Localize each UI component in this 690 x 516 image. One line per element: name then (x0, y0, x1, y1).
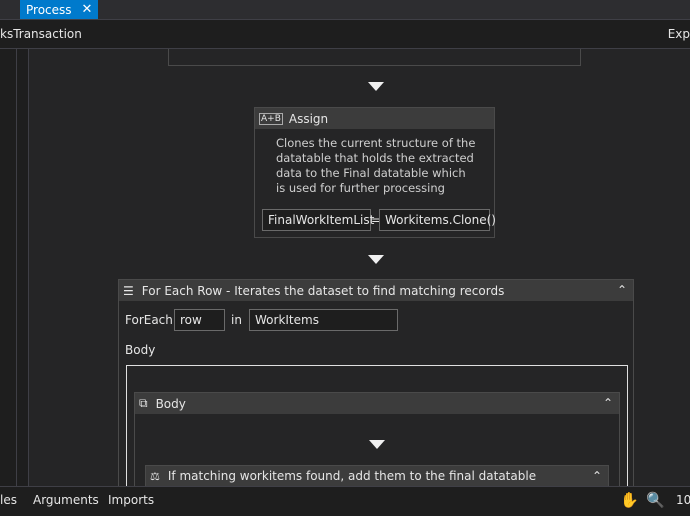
foreach-collection-field[interactable]: WorkItems (249, 309, 398, 331)
breadcrumb-bar: ksTransaction Exp (0, 19, 690, 49)
flow-arrow-icon (368, 82, 384, 91)
assign-description: Clones the current structure of the data… (276, 136, 476, 195)
expand-all-button[interactable]: Exp (668, 27, 690, 41)
assign-value-field[interactable]: Workitems.Clone() (379, 209, 496, 231)
foreach-label: ForEach (125, 313, 173, 327)
zoom-search-icon[interactable]: 🔍 (646, 491, 665, 509)
assign-title: Assign (288, 111, 329, 126)
foreach-item-field[interactable]: row (174, 309, 225, 331)
foreach-row-activity[interactable]: ☰ For Each Row - Iterates the dataset to… (118, 279, 634, 486)
body-sequence-header[interactable]: ⧉ Body ⌃ (135, 393, 619, 414)
left-gutter (0, 49, 29, 486)
flow-arrow-icon (369, 440, 385, 449)
database-icon: ☰ (123, 283, 134, 298)
flow-arrow-icon (368, 255, 384, 264)
assign-to-field[interactable]: FinalWorkItemList (262, 209, 374, 231)
designer-bottom-bar: les Arguments Imports ✋ 🔍 10 (0, 486, 690, 516)
assign-icon: A+B (259, 112, 283, 125)
zoom-level[interactable]: 10 (676, 493, 690, 507)
chevron-double-up-icon[interactable]: ⌃ (617, 283, 627, 297)
breadcrumb[interactable]: ksTransaction (0, 27, 82, 41)
assign-activity[interactable]: A+B Assign Clones the current structure … (254, 107, 496, 238)
imports-tab[interactable]: Imports (108, 493, 154, 507)
in-label: in (231, 313, 242, 327)
assign-header[interactable]: A+B Assign (255, 108, 494, 129)
if-activity[interactable]: ⚖ If matching workitems found, add them … (145, 465, 609, 486)
close-icon[interactable]: ✕ (82, 2, 93, 17)
foreach-title: For Each Row - Iterates the dataset to f… (141, 283, 505, 298)
hand-pan-icon[interactable]: ✋ (620, 491, 639, 509)
chevron-double-up-icon[interactable]: ⌃ (592, 469, 602, 483)
chevron-double-up-icon[interactable]: ⌃ (603, 396, 613, 410)
if-icon: ⚖ (150, 469, 160, 483)
tab-process[interactable]: Process ✕ (20, 0, 99, 19)
tab-label: Process (26, 2, 72, 17)
previous-activity[interactable] (168, 49, 581, 66)
document-tab-bar: Process ✕ (0, 0, 690, 19)
body-frame[interactable]: ⧉ Body ⌃ ⚖ If matching workitems found, … (126, 365, 628, 486)
variables-tab[interactable]: les (0, 493, 17, 507)
body-sequence-title: Body (155, 396, 186, 411)
body-sequence[interactable]: ⧉ Body ⌃ ⚖ If matching workitems found, … (134, 392, 620, 486)
designer-canvas[interactable]: A+B Assign Clones the current structure … (0, 49, 690, 486)
body-label: Body (125, 343, 156, 357)
sequence-icon: ⧉ (139, 396, 148, 410)
foreach-header[interactable]: ☰ For Each Row - Iterates the dataset to… (119, 280, 633, 301)
arguments-tab[interactable]: Arguments (33, 493, 99, 507)
if-title: If matching workitems found, add them to… (167, 469, 537, 483)
